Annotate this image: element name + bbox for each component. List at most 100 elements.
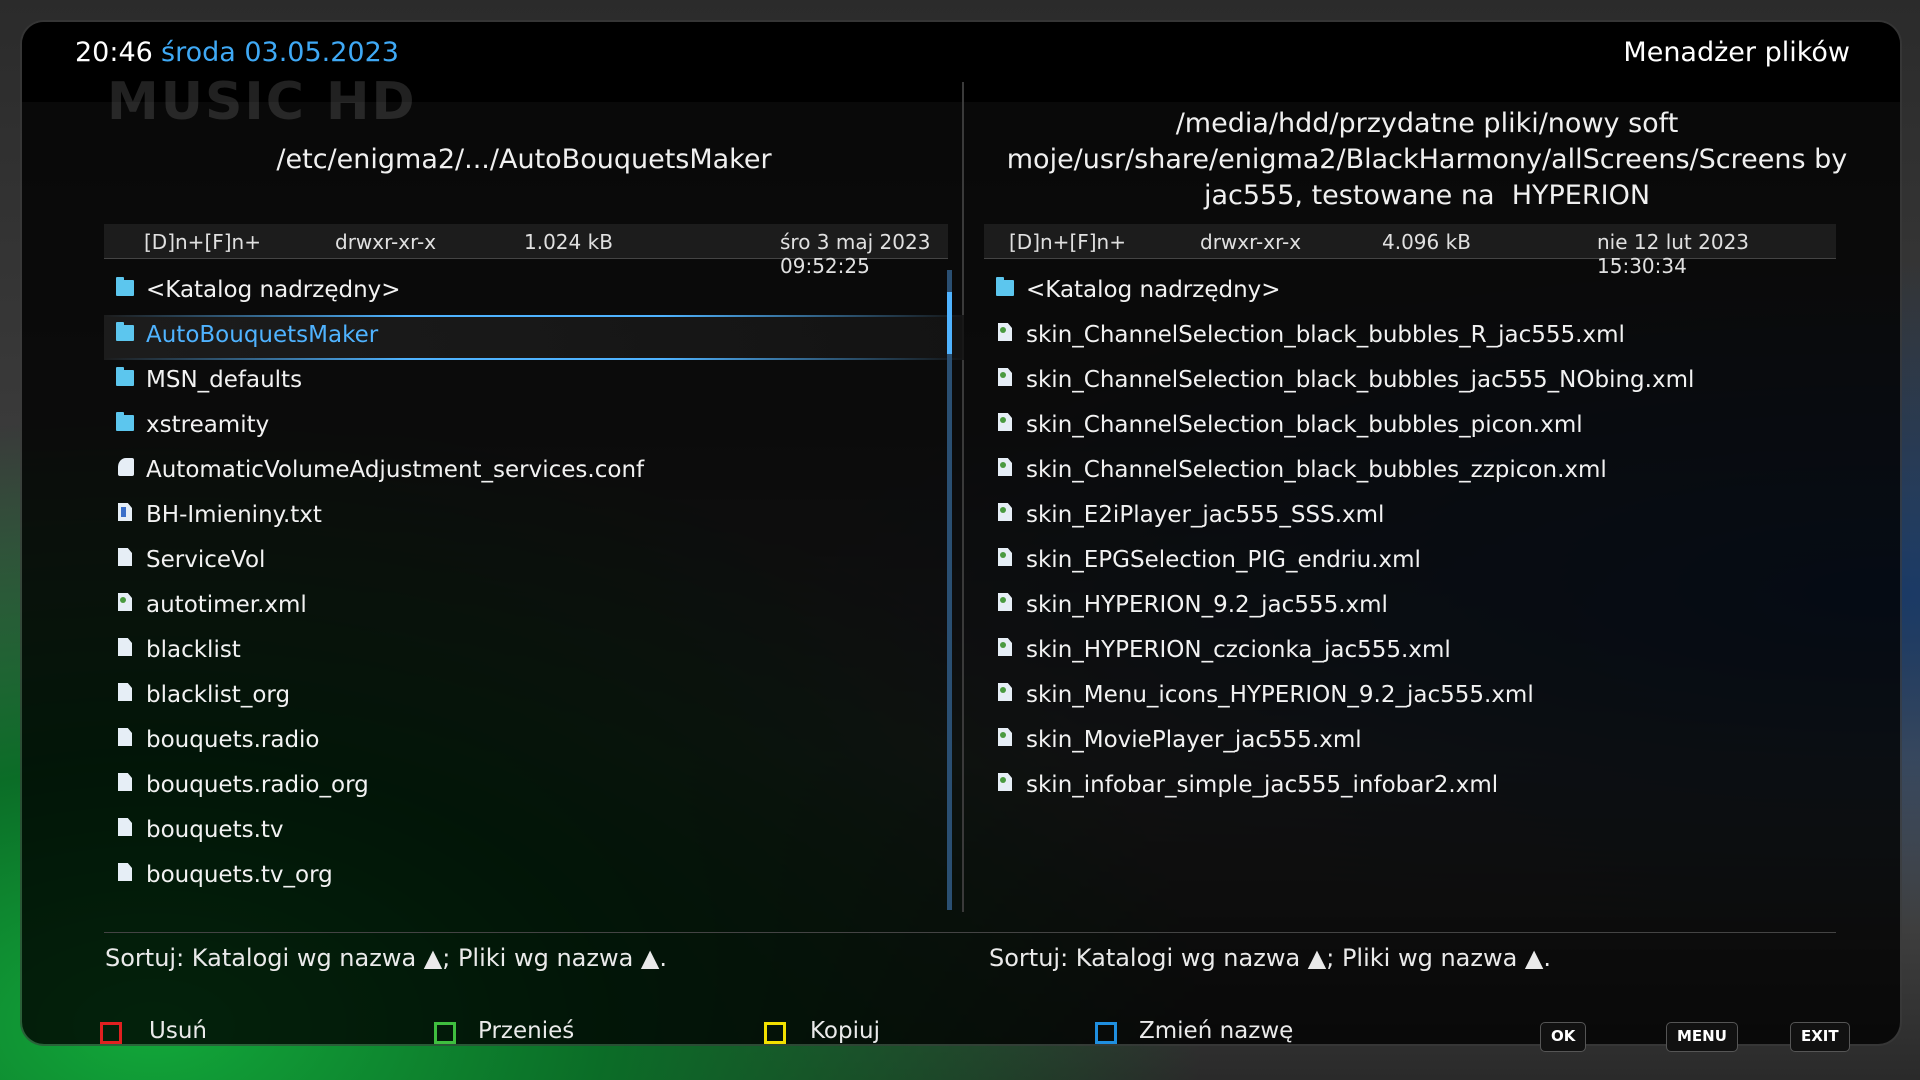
file-name: AutomaticVolumeAdjustment_services.conf <box>146 457 645 483</box>
file-name: skin_HYPERION_czcionka_jac555.xml <box>1026 637 1451 663</box>
xml-file-icon <box>998 593 1012 611</box>
menu-button[interactable]: MENU <box>1666 1022 1738 1052</box>
file-list-item[interactable]: AutomaticVolumeAdjustment_services.conf <box>104 450 964 495</box>
file-list-item[interactable]: skin_EPGSelection_PIG_endriu.xml <box>984 540 1844 585</box>
right-info-perms: drwxr-xr-x <box>1200 230 1302 254</box>
config-file-icon <box>118 458 134 476</box>
file-name: bouquets.radio <box>146 727 320 753</box>
file-list-item[interactable]: skin_MoviePlayer_jac555.xml <box>984 720 1844 765</box>
file-name: bouquets.radio_org <box>146 772 369 798</box>
file-icon <box>118 818 132 836</box>
red-key-icon[interactable] <box>100 1022 122 1044</box>
xml-file-icon <box>118 593 132 611</box>
xml-file-icon <box>998 683 1012 701</box>
xml-file-icon <box>998 638 1012 656</box>
green-key-icon[interactable] <box>434 1022 456 1044</box>
xml-file-icon <box>998 503 1012 521</box>
right-pane-path: /media/hdd/przydatne pliki/nowy soft moj… <box>987 106 1867 214</box>
file-list-item[interactable]: skin_Menu_icons_HYPERION_9.2_jac555.xml <box>984 675 1844 720</box>
file-icon <box>118 863 132 881</box>
left-info-size: 1.024 kB <box>524 230 613 254</box>
file-list-item[interactable]: blacklist <box>104 630 964 675</box>
exit-button[interactable]: EXIT <box>1790 1022 1850 1052</box>
xml-file-icon <box>998 458 1012 476</box>
text-file-icon <box>118 503 132 521</box>
channel-logo-watermark: MUSIC HD <box>107 72 417 132</box>
file-name: ServiceVol <box>146 547 266 573</box>
file-list-item[interactable]: xstreamity <box>104 405 964 450</box>
file-name: <Katalog nadrzędny> <box>146 277 401 303</box>
file-list-item[interactable]: MSN_defaults <box>104 360 964 405</box>
file-list-item[interactable]: bouquets.tv <box>104 810 964 855</box>
file-name: autotimer.xml <box>146 592 307 618</box>
xml-file-icon <box>998 773 1012 791</box>
xml-file-icon <box>998 413 1012 431</box>
file-list-item[interactable]: BH-Imieniny.txt <box>104 495 964 540</box>
file-list-item[interactable]: blacklist_org <box>104 675 964 720</box>
left-scrollbar-thumb[interactable] <box>947 292 952 354</box>
file-list-item[interactable]: skin_HYPERION_9.2_jac555.xml <box>984 585 1844 630</box>
file-name: skin_EPGSelection_PIG_endriu.xml <box>1026 547 1421 573</box>
file-name: xstreamity <box>146 412 270 438</box>
file-list-item[interactable]: ServiceVol <box>104 540 964 585</box>
file-list-item[interactable]: skin_ChannelSelection_black_bubbles_jac5… <box>984 360 1844 405</box>
right-info-type: [D]n+[F]n+ <box>1009 230 1126 254</box>
file-list-item[interactable]: bouquets.radio_org <box>104 765 964 810</box>
file-icon <box>118 728 132 746</box>
file-list-item[interactable]: skin_ChannelSelection_black_bubbles_zzpi… <box>984 450 1844 495</box>
blue-key-icon[interactable] <box>1095 1022 1117 1044</box>
left-info-type: [D]n+[F]n+ <box>144 230 261 254</box>
file-name: skin_ChannelSelection_black_bubbles_jac5… <box>1026 367 1695 393</box>
file-name: skin_ChannelSelection_black_bubbles_R_ja… <box>1026 322 1625 348</box>
folder-icon <box>116 367 134 386</box>
file-list-item[interactable]: skin_HYPERION_czcionka_jac555.xml <box>984 630 1844 675</box>
file-list-item[interactable]: AutoBouquetsMaker <box>104 315 964 360</box>
left-file-list: <Katalog nadrzędny> AutoBouquetsMaker MSN_… <box>104 270 964 900</box>
file-list-item[interactable]: skin_E2iPlayer_jac555_SSS.xml <box>984 495 1844 540</box>
left-scrollbar[interactable] <box>947 270 952 910</box>
rename-button[interactable]: Zmień nazwę <box>1139 1018 1293 1044</box>
right-path-line: jac555, testowane na HYPERION <box>1203 180 1651 211</box>
right-path-line: moje/usr/share/enigma2/BlackHarmony/allS… <box>1006 144 1848 175</box>
right-pane-infobar: [D]n+[F]n+ drwxr-xr-x 4.096 kB nie 12 lu… <box>984 224 1836 278</box>
file-name: skin_Menu_icons_HYPERION_9.2_jac555.xml <box>1026 682 1534 708</box>
left-sort-status: Sortuj: Katalogi wg nazwa ▲; Pliki wg na… <box>105 944 668 972</box>
file-icon <box>118 683 132 701</box>
ok-button[interactable]: OK <box>1540 1022 1587 1052</box>
move-button[interactable]: Przenieś <box>478 1018 574 1044</box>
file-name: skin_ChannelSelection_black_bubbles_pico… <box>1026 412 1583 438</box>
xml-file-icon <box>998 728 1012 746</box>
file-name: AutoBouquetsMaker <box>146 322 379 348</box>
file-name: MSN_defaults <box>146 367 303 393</box>
folder-icon <box>116 277 134 296</box>
file-name: skin_E2iPlayer_jac555_SSS.xml <box>1026 502 1385 528</box>
xml-file-icon <box>998 368 1012 386</box>
xml-file-icon <box>998 323 1012 341</box>
file-list-item[interactable]: <Katalog nadrzędny> <box>104 270 964 315</box>
yellow-key-icon[interactable] <box>764 1022 786 1044</box>
right-path-line: /media/hdd/przydatne pliki/nowy soft <box>1175 108 1679 139</box>
clock-time: 20:46 <box>75 37 153 68</box>
xml-file-icon <box>998 548 1012 566</box>
file-name: bouquets.tv_org <box>146 862 333 888</box>
file-list-item[interactable]: skin_infobar_simple_jac555_infobar2.xml <box>984 765 1844 810</box>
file-name: blacklist <box>146 637 241 663</box>
file-icon <box>118 638 132 656</box>
window-title: Menadżer plików <box>1623 37 1850 68</box>
copy-button[interactable]: Kopiuj <box>810 1018 880 1044</box>
left-info-perms: drwxr-xr-x <box>335 230 437 254</box>
left-pane-infobar: [D]n+[F]n+ drwxr-xr-x 1.024 kB śro 3 maj… <box>104 224 948 278</box>
file-name: <Katalog nadrzędny> <box>1026 277 1281 303</box>
file-list-item[interactable]: bouquets.radio <box>104 720 964 765</box>
file-name: skin_MoviePlayer_jac555.xml <box>1026 727 1362 753</box>
right-sort-status: Sortuj: Katalogi wg nazwa ▲; Pliki wg na… <box>989 944 1552 972</box>
file-list-item[interactable]: skin_ChannelSelection_black_bubbles_R_ja… <box>984 315 1844 360</box>
file-icon <box>118 548 132 566</box>
file-list-item[interactable]: skin_ChannelSelection_black_bubbles_pico… <box>984 405 1844 450</box>
delete-button[interactable]: Usuń <box>149 1018 207 1044</box>
button-bar: Usuń Przenieś Kopiuj Zmień nazwę OK MENU… <box>22 1002 1900 1062</box>
file-list-item[interactable]: autotimer.xml <box>104 585 964 630</box>
file-list-item[interactable]: bouquets.tv_org <box>104 855 964 900</box>
file-list-item[interactable]: <Katalog nadrzędny> <box>984 270 1844 315</box>
bottom-separator <box>104 932 1836 933</box>
